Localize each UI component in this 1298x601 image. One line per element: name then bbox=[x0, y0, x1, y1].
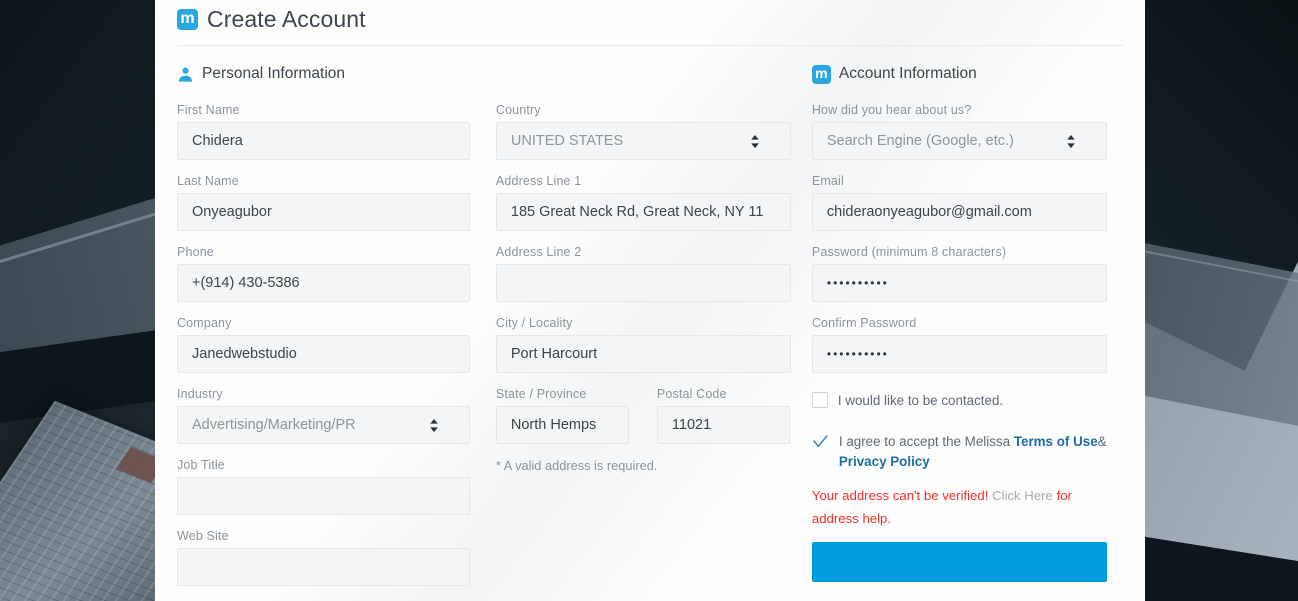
click-here-link[interactable]: Click Here bbox=[992, 488, 1053, 503]
updown-arrows-icon bbox=[751, 134, 759, 148]
terms-checkbox-label: I agree to accept the Melissa Terms of U… bbox=[839, 432, 1123, 471]
section-header-account-information: m Account Information bbox=[811, 62, 1123, 86]
hear-about-us-select[interactable]: Search Engine (Google, etc.) bbox=[811, 122, 1107, 160]
field-industry: Industry Advertising/Marketing/PR bbox=[177, 387, 496, 444]
field-email: Email bbox=[811, 174, 1123, 231]
address-line-1-input[interactable] bbox=[495, 193, 791, 231]
address-required-note: * A valid address is required. bbox=[495, 458, 658, 473]
field-postal-code: Postal Code bbox=[656, 387, 790, 444]
company-label: Company bbox=[177, 316, 232, 330]
address-section-spacer bbox=[496, 62, 812, 86]
country-select[interactable]: UNITED STATES bbox=[495, 122, 791, 160]
error-lead-text: Your address can't be verified! bbox=[811, 488, 989, 504]
field-password: Password (minimum 8 characters) bbox=[811, 245, 1123, 302]
melissa-m-logo-icon: m bbox=[177, 9, 198, 30]
column-address: Country UNITED STATES Address Line 1 Add… bbox=[495, 62, 812, 600]
email-label: Email bbox=[811, 174, 844, 188]
web-site-input[interactable] bbox=[177, 548, 470, 586]
section-header-personal-information: Personal Information bbox=[177, 62, 496, 86]
postal-code-label: Postal Code bbox=[656, 387, 727, 401]
checkmark-icon[interactable] bbox=[812, 433, 829, 450]
state-postal-row: State / Province Postal Code bbox=[495, 387, 812, 452]
phone-input[interactable] bbox=[177, 264, 470, 302]
city-label: City / Locality bbox=[495, 316, 573, 330]
password-input[interactable] bbox=[811, 264, 1107, 302]
address-verification-error: Your address can't be verified! Click He… bbox=[812, 485, 1107, 530]
submit-button[interactable] bbox=[811, 542, 1107, 583]
terms-checkbox-row[interactable]: I agree to accept the Melissa Terms of U… bbox=[812, 432, 1123, 471]
first-name-label: First Name bbox=[177, 103, 240, 117]
person-icon bbox=[178, 67, 193, 82]
field-state: State / Province bbox=[495, 387, 629, 444]
terms-prefix-text: I agree to accept the Melissa bbox=[838, 434, 1011, 450]
email-input[interactable] bbox=[811, 193, 1107, 231]
state-input[interactable] bbox=[495, 406, 629, 444]
create-account-card: m Create Account Personal Information Fi… bbox=[155, 0, 1145, 601]
field-phone: Phone bbox=[177, 245, 496, 302]
job-title-label: Job Title bbox=[177, 458, 225, 472]
job-title-input[interactable] bbox=[177, 477, 470, 515]
field-address-line-2: Address Line 2 bbox=[495, 245, 812, 302]
postal-code-input[interactable] bbox=[656, 406, 790, 444]
country-label: Country bbox=[495, 103, 541, 117]
section-title: Account Information bbox=[838, 65, 977, 82]
field-web-site: Web Site bbox=[177, 529, 496, 586]
state-label: State / Province bbox=[495, 387, 587, 401]
field-city: City / Locality bbox=[495, 316, 812, 373]
address-line-2-input[interactable] bbox=[495, 264, 791, 302]
updown-arrows-icon bbox=[1067, 134, 1075, 148]
terms-ampersand: & bbox=[1097, 434, 1107, 450]
field-confirm-password: Confirm Password bbox=[811, 316, 1123, 373]
confirm-password-label: Confirm Password bbox=[811, 316, 917, 330]
first-name-input[interactable] bbox=[177, 122, 470, 160]
field-hear-about-us: How did you hear about us? Search Engine… bbox=[811, 103, 1123, 160]
contact-checkbox-row[interactable]: I would like to be contacted. bbox=[811, 391, 1123, 410]
terms-of-use-link[interactable]: Terms of Use bbox=[1014, 434, 1098, 449]
last-name-label: Last Name bbox=[177, 174, 239, 188]
column-account-information: m Account Information How did you hear a… bbox=[811, 62, 1123, 600]
contact-checkbox[interactable] bbox=[811, 392, 828, 408]
company-input[interactable] bbox=[177, 335, 470, 373]
field-job-title: Job Title bbox=[177, 458, 496, 515]
section-title: Personal Information bbox=[202, 65, 346, 82]
hear-about-us-label: How did you hear about us? bbox=[811, 103, 972, 117]
address-line-1-label: Address Line 1 bbox=[495, 174, 582, 188]
industry-selected-value: Advertising/Marketing/PR bbox=[192, 417, 356, 433]
melissa-m-logo-icon: m bbox=[811, 64, 831, 84]
field-country: Country UNITED STATES bbox=[495, 103, 812, 160]
city-input[interactable] bbox=[495, 335, 791, 373]
form-columns: Personal Information First Name Last Nam… bbox=[177, 62, 1123, 600]
page-title: Create Account bbox=[207, 6, 366, 32]
last-name-input[interactable] bbox=[177, 193, 470, 231]
column-personal-information: Personal Information First Name Last Nam… bbox=[177, 62, 496, 600]
industry-label: Industry bbox=[177, 387, 223, 401]
industry-select[interactable]: Advertising/Marketing/PR bbox=[177, 406, 470, 444]
field-company: Company bbox=[177, 316, 496, 373]
password-label: Password (minimum 8 characters) bbox=[811, 245, 1007, 259]
web-site-label: Web Site bbox=[177, 529, 229, 543]
field-first-name: First Name bbox=[177, 103, 496, 160]
hear-about-us-selected-value: Search Engine (Google, etc.) bbox=[826, 133, 1014, 149]
updown-arrows-icon bbox=[430, 418, 438, 432]
confirm-password-input[interactable] bbox=[811, 335, 1107, 373]
phone-label: Phone bbox=[177, 245, 214, 259]
page-header: m Create Account bbox=[177, 0, 1123, 45]
header-divider bbox=[177, 45, 1123, 46]
field-last-name: Last Name bbox=[177, 174, 496, 231]
field-address-line-1: Address Line 1 bbox=[495, 174, 812, 231]
privacy-policy-link[interactable]: Privacy Policy bbox=[839, 454, 930, 469]
contact-checkbox-label: I would like to be contacted. bbox=[837, 393, 1004, 408]
country-selected-value: UNITED STATES bbox=[510, 133, 624, 149]
address-line-2-label: Address Line 2 bbox=[495, 245, 582, 259]
